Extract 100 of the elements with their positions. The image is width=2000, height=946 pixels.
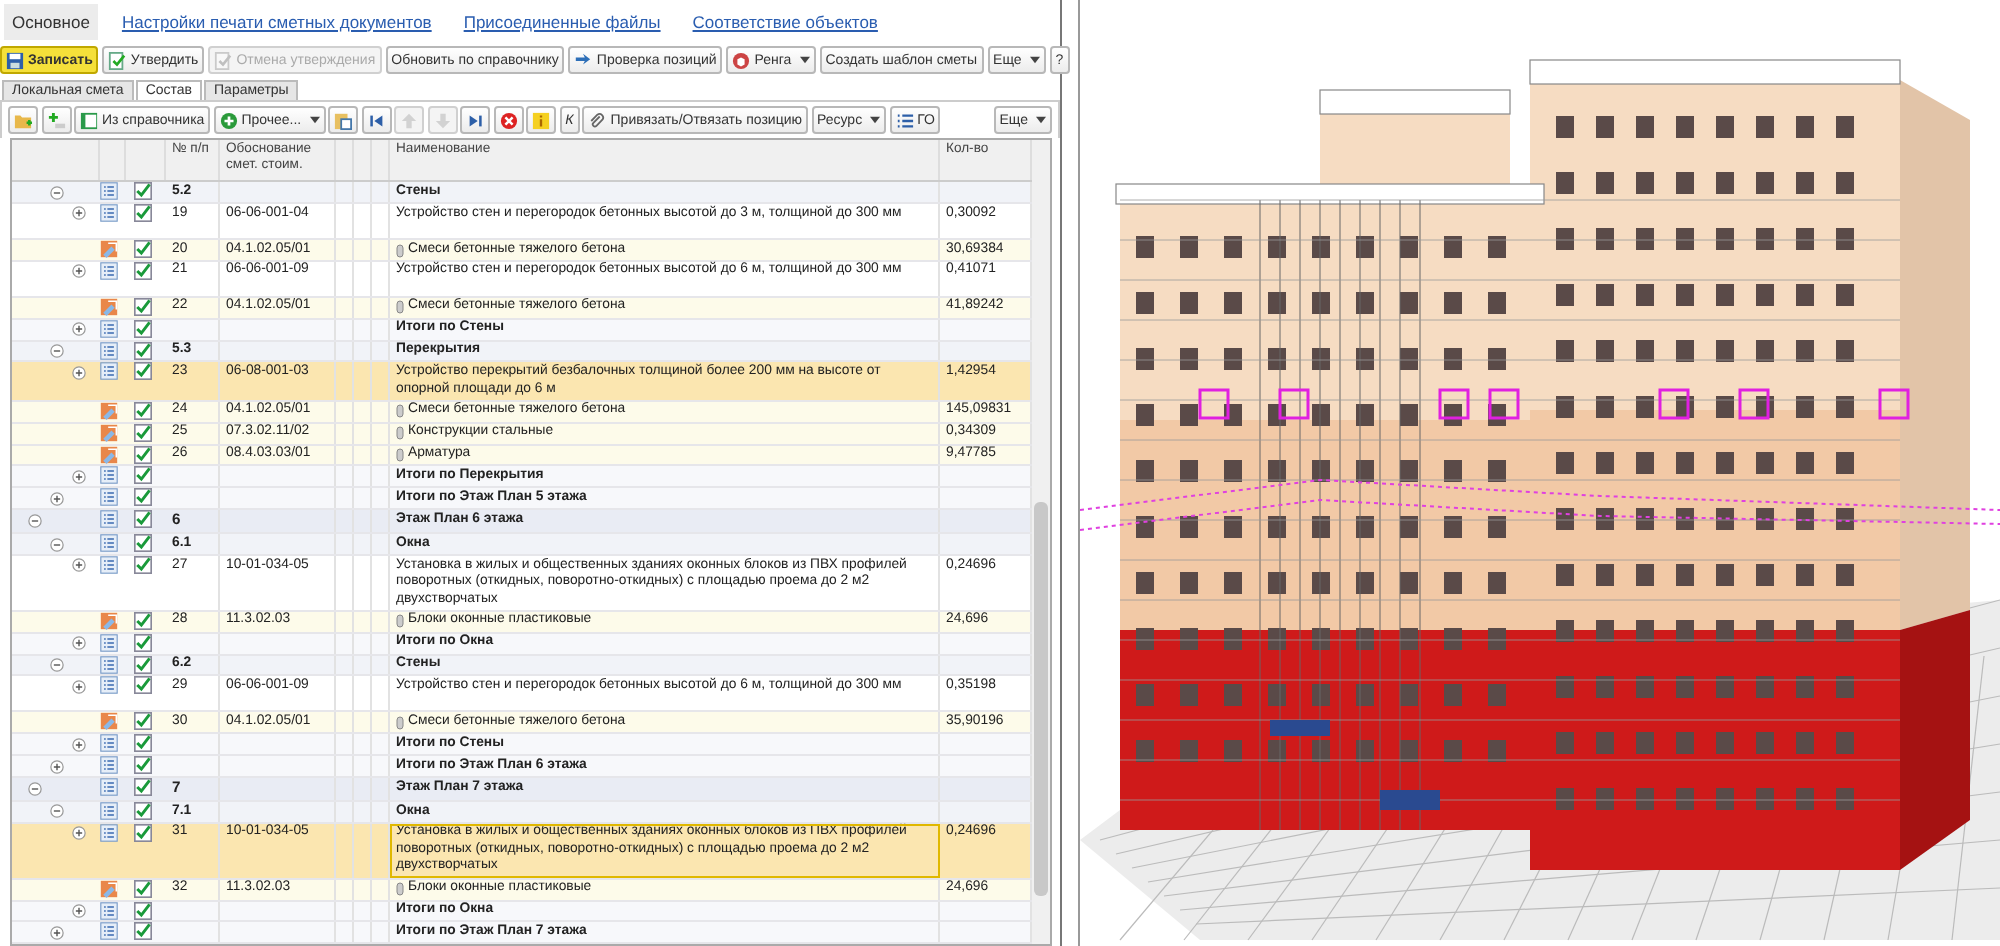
list-icon: [100, 801, 118, 820]
add-row-icon: [47, 111, 65, 129]
toolbar-button[interactable]: [8, 106, 38, 134]
expand-icon[interactable]: [72, 469, 86, 484]
toolbar-button[interactable]: [361, 106, 392, 134]
checkbox[interactable]: [134, 534, 152, 552]
resource-icon: [100, 712, 118, 731]
clipboard-icon: [334, 111, 353, 129]
list-icon: [100, 555, 118, 574]
delete-icon: [499, 111, 518, 129]
checkbox[interactable]: [134, 203, 152, 222]
checkbox[interactable]: [134, 239, 152, 258]
pin-icon: [396, 614, 404, 629]
collapse-icon[interactable]: [50, 344, 64, 358]
plus-icon: [219, 111, 238, 129]
expand-icon[interactable]: [50, 759, 64, 774]
checkbox[interactable]: [134, 879, 152, 898]
expand-icon[interactable]: [72, 264, 86, 279]
expand-icon[interactable]: [72, 679, 86, 694]
resource-icon: [100, 879, 118, 898]
expand-icon[interactable]: [50, 925, 64, 940]
toolbar-button[interactable]: [41, 106, 71, 134]
last-icon: [466, 111, 485, 129]
form-tab[interactable]: Настройки печати сметных документов: [113, 3, 440, 39]
list-icon: [100, 362, 118, 381]
checkbox[interactable]: [134, 922, 152, 941]
expand-icon[interactable]: [50, 491, 64, 506]
expand-icon[interactable]: [72, 558, 86, 573]
document-check-icon: [214, 51, 233, 69]
expand-icon[interactable]: [72, 636, 86, 651]
expand-icon[interactable]: [72, 365, 86, 380]
checkbox[interactable]: [134, 734, 152, 753]
checkbox[interactable]: [134, 756, 152, 775]
expand-icon[interactable]: [72, 322, 86, 337]
list-icon: [100, 466, 118, 485]
form-tab[interactable]: Присоединенные файлы: [455, 3, 669, 39]
checkbox[interactable]: [134, 823, 152, 842]
list-icon: [100, 510, 118, 529]
checkbox[interactable]: [134, 801, 152, 820]
scrollbar[interactable]: [1032, 140, 1050, 944]
checkbox[interactable]: [134, 633, 152, 652]
toolbar-button[interactable]: [460, 106, 491, 134]
checkbox[interactable]: [134, 712, 152, 731]
pin-icon: [396, 426, 404, 441]
checkbox[interactable]: [134, 319, 152, 338]
list-icon: [100, 488, 118, 507]
up-arrow-icon: [400, 111, 419, 129]
collapse-icon[interactable]: [50, 185, 64, 199]
list-icon: [100, 203, 118, 222]
resource-icon: [100, 239, 118, 258]
list-icon: [895, 111, 914, 129]
checkbox[interactable]: [134, 676, 152, 695]
collapse-icon[interactable]: [50, 804, 64, 819]
caret-icon: [309, 116, 320, 124]
checkbox[interactable]: [134, 466, 152, 485]
document-check-icon: [108, 51, 127, 69]
checkbox[interactable]: [134, 423, 152, 442]
toolbar-button[interactable]: [493, 106, 524, 134]
info-icon: [532, 111, 551, 129]
checkbox[interactable]: [134, 182, 152, 200]
checkbox[interactable]: [134, 362, 152, 381]
list-icon: [100, 319, 118, 338]
collapse-icon[interactable]: [50, 537, 64, 551]
pin-icon: [396, 300, 404, 315]
resource-icon: [100, 297, 118, 316]
first-icon: [367, 111, 386, 129]
collapse-icon[interactable]: [28, 513, 42, 528]
pin-icon: [396, 882, 404, 897]
list-icon: [100, 922, 118, 941]
expand-icon[interactable]: [72, 206, 86, 221]
toolbar-button[interactable]: [328, 106, 359, 134]
list-icon: [100, 534, 118, 552]
expand-icon[interactable]: [72, 737, 86, 752]
form-tab[interactable]: Основное: [4, 3, 98, 39]
folder-add-icon: [14, 111, 32, 129]
checkbox[interactable]: [134, 611, 152, 630]
checkbox[interactable]: [134, 510, 152, 529]
list-icon: [100, 778, 118, 796]
resource-icon: [100, 401, 118, 420]
checkbox[interactable]: [134, 778, 152, 796]
expand-icon[interactable]: [72, 826, 86, 841]
checkbox[interactable]: [134, 261, 152, 280]
pin-icon: [396, 243, 404, 258]
paperclip-icon: [588, 111, 607, 129]
checkbox[interactable]: [134, 488, 152, 507]
caret-icon: [799, 56, 810, 64]
collapse-icon[interactable]: [28, 781, 42, 795]
list-icon: [100, 734, 118, 753]
list-icon: [100, 633, 118, 652]
list-icon: [100, 676, 118, 695]
checkbox[interactable]: [134, 297, 152, 316]
form-tab[interactable]: Соответствие объектов: [684, 3, 886, 39]
down-arrow-icon: [433, 111, 452, 129]
expand-icon[interactable]: [72, 904, 86, 918]
resource-icon: [100, 611, 118, 630]
checkbox[interactable]: [134, 555, 152, 574]
pin-icon: [396, 716, 404, 731]
checkbox[interactable]: [134, 401, 152, 420]
caret-icon: [870, 116, 881, 124]
collapse-icon[interactable]: [50, 658, 64, 672]
